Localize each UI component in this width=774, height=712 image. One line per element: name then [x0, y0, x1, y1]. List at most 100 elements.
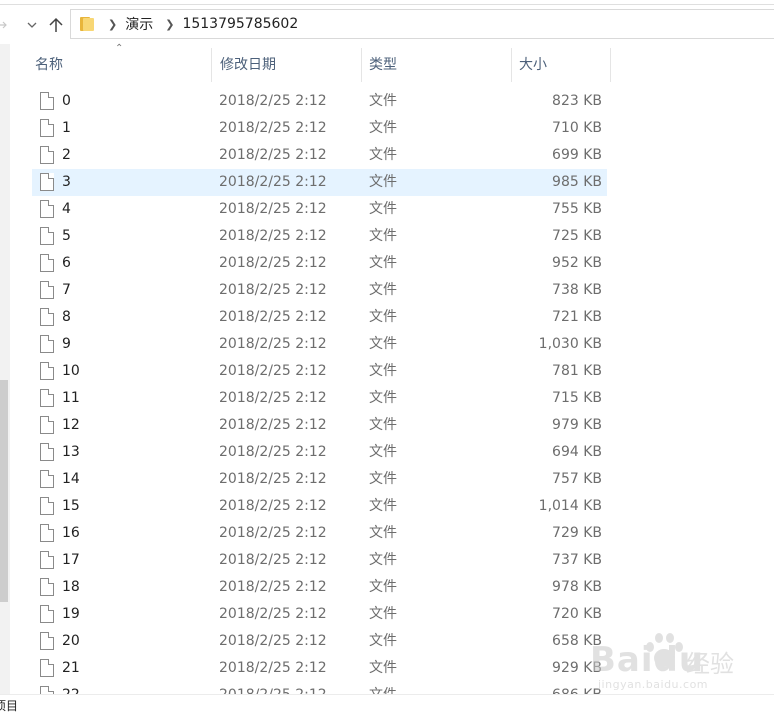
file-name: 14: [62, 471, 80, 487]
file-size: 729 KB: [552, 525, 602, 541]
file-row[interactable]: 1 2018/2/25 2:12 文件 710 KB: [32, 115, 607, 142]
column-divider[interactable]: [610, 48, 611, 82]
file-row[interactable]: 19 2018/2/25 2:12 文件 720 KB: [32, 601, 607, 628]
column-divider[interactable]: [211, 48, 212, 82]
file-modified-date: 2018/2/25 2:12: [219, 174, 327, 190]
file-row[interactable]: 21 2018/2/25 2:12 文件 929 KB: [32, 655, 607, 682]
file-row[interactable]: 17 2018/2/25 2:12 文件 737 KB: [32, 547, 607, 574]
file-row[interactable]: 4 2018/2/25 2:12 文件 755 KB: [32, 196, 607, 223]
file-name: 5: [62, 228, 71, 244]
file-type: 文件: [369, 120, 397, 136]
file-size: 757 KB: [552, 471, 602, 487]
column-divider[interactable]: [361, 48, 362, 82]
file-row[interactable]: 5 2018/2/25 2:12 文件 725 KB: [32, 223, 607, 250]
up-button[interactable]: [44, 14, 68, 36]
file-size: 1,030 KB: [538, 336, 602, 352]
file-icon: [40, 308, 54, 326]
forward-button[interactable]: [0, 14, 10, 36]
file-row[interactable]: 7 2018/2/25 2:12 文件 738 KB: [32, 277, 607, 304]
file-size: 738 KB: [552, 282, 602, 298]
file-size: 720 KB: [552, 606, 602, 622]
file-icon: [40, 524, 54, 542]
file-modified-date: 2018/2/25 2:12: [219, 309, 327, 325]
file-name: 9: [62, 336, 71, 352]
column-divider[interactable]: [511, 48, 512, 82]
file-row[interactable]: 6 2018/2/25 2:12 文件 952 KB: [32, 250, 607, 277]
file-size: 694 KB: [552, 444, 602, 460]
column-header-type[interactable]: 类型: [369, 48, 397, 82]
file-icon: [40, 146, 54, 164]
recent-locations-button[interactable]: [23, 14, 41, 36]
file-name: 21: [62, 660, 80, 676]
file-modified-date: 2018/2/25 2:12: [219, 336, 327, 352]
file-size: 952 KB: [552, 255, 602, 271]
watermark-subtitle: 经验: [686, 650, 734, 678]
file-type: 文件: [369, 201, 397, 217]
file-type: 文件: [369, 390, 397, 406]
file-icon: [40, 551, 54, 569]
file-row[interactable]: 8 2018/2/25 2:12 文件 721 KB: [32, 304, 607, 331]
file-type: 文件: [369, 444, 397, 460]
file-row[interactable]: 20 2018/2/25 2:12 文件 658 KB: [32, 628, 607, 655]
file-name: 15: [62, 498, 80, 514]
file-row[interactable]: 15 2018/2/25 2:12 文件 1,014 KB: [32, 493, 607, 520]
column-header-size[interactable]: 大小: [519, 48, 547, 82]
file-modified-date: 2018/2/25 2:12: [219, 633, 327, 649]
file-name: 3: [62, 174, 71, 190]
scrollbar-thumb[interactable]: [0, 380, 8, 602]
file-modified-date: 2018/2/25 2:12: [219, 660, 327, 676]
arrow-up-icon: [49, 17, 63, 32]
file-name: 6: [62, 255, 71, 271]
file-icon: [40, 173, 54, 191]
file-row[interactable]: 16 2018/2/25 2:12 文件 729 KB: [32, 520, 607, 547]
paw-icon: [646, 633, 683, 667]
file-row[interactable]: 11 2018/2/25 2:12 文件 715 KB: [32, 385, 607, 412]
file-modified-date: 2018/2/25 2:12: [219, 390, 327, 406]
file-modified-date: 2018/2/25 2:12: [219, 147, 327, 163]
address-bar[interactable]: ❯ 演示 ❯ 1513795785602: [70, 9, 774, 39]
file-row[interactable]: 13 2018/2/25 2:12 文件 694 KB: [32, 439, 607, 466]
file-row[interactable]: 10 2018/2/25 2:12 文件 781 KB: [32, 358, 607, 385]
nav-pane-scrollbar[interactable]: [0, 44, 10, 694]
sort-ascending-icon: ⌃: [115, 43, 124, 54]
file-modified-date: 2018/2/25 2:12: [219, 201, 327, 217]
file-size: 979 KB: [552, 417, 602, 433]
file-type: 文件: [369, 552, 397, 568]
file-icon: [40, 497, 54, 515]
file-name: 19: [62, 606, 80, 622]
file-row[interactable]: 3 2018/2/25 2:12 文件 985 KB: [32, 169, 607, 196]
file-row[interactable]: 18 2018/2/25 2:12 文件 978 KB: [32, 574, 607, 601]
file-type: 文件: [369, 255, 397, 271]
file-type: 文件: [369, 471, 397, 487]
file-size: 725 KB: [552, 228, 602, 244]
file-type: 文件: [369, 633, 397, 649]
file-type: 文件: [369, 417, 397, 433]
file-row[interactable]: 9 2018/2/25 2:12 文件 1,030 KB: [32, 331, 607, 358]
file-icon: [40, 389, 54, 407]
folder-icon: [80, 17, 96, 31]
file-row[interactable]: 0 2018/2/25 2:12 文件 823 KB: [32, 88, 607, 115]
file-row[interactable]: 2 2018/2/25 2:12 文件 699 KB: [32, 142, 607, 169]
file-type: 文件: [369, 228, 397, 244]
file-size: 715 KB: [552, 390, 602, 406]
file-row[interactable]: 14 2018/2/25 2:12 文件 757 KB: [32, 466, 607, 493]
breadcrumb-item-current[interactable]: 1513795785602: [182, 16, 298, 32]
file-size: 658 KB: [552, 633, 602, 649]
file-size: 781 KB: [552, 363, 602, 379]
file-icon: [40, 632, 54, 650]
breadcrumb-item-demo[interactable]: 演示: [125, 14, 153, 34]
file-icon: [40, 443, 54, 461]
status-item-count: 项目: [0, 699, 19, 712]
column-header-name[interactable]: 名称: [35, 48, 63, 82]
file-type: 文件: [369, 93, 397, 109]
chevron-right-icon[interactable]: ❯: [165, 18, 174, 31]
file-row[interactable]: 12 2018/2/25 2:12 文件 979 KB: [32, 412, 607, 439]
file-name: 7: [62, 282, 71, 298]
column-header-row: ⌃ 名称 修改日期 类型 大小: [0, 43, 774, 82]
file-modified-date: 2018/2/25 2:12: [219, 363, 327, 379]
chevron-right-icon[interactable]: ❯: [108, 18, 117, 31]
chevron-down-icon: [27, 22, 37, 28]
forward-arrow-icon: [0, 21, 7, 29]
column-header-modified[interactable]: 修改日期: [220, 48, 276, 82]
file-size: 737 KB: [552, 552, 602, 568]
